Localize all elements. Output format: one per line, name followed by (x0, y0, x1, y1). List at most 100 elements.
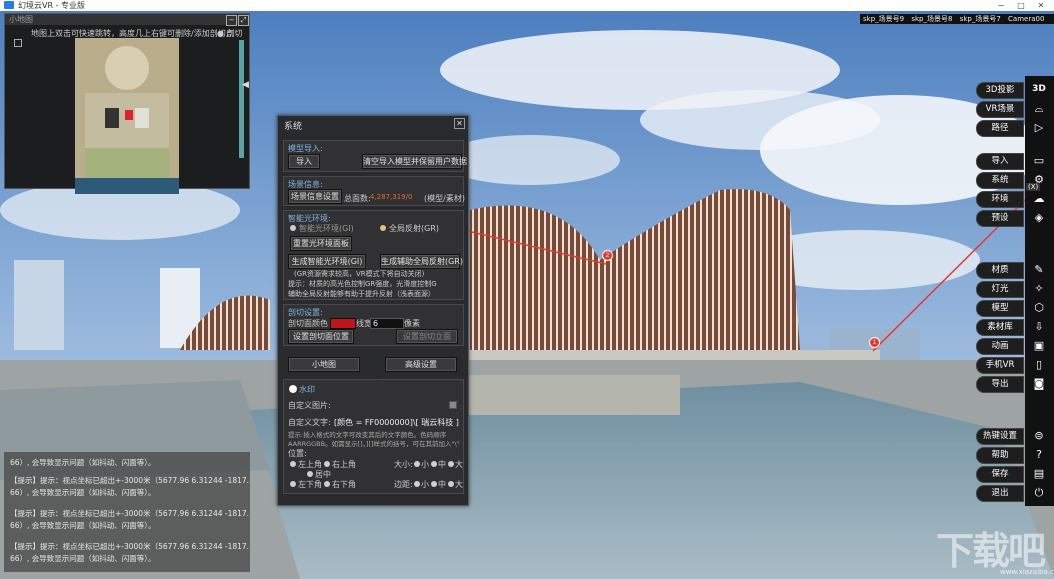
power-icon[interactable]: ⏻ (1031, 485, 1047, 500)
import-toolbar-button[interactable]: 导入 (976, 153, 1024, 170)
global-reflection-radio[interactable] (380, 225, 386, 231)
minimap-scroll-strip[interactable] (239, 40, 244, 158)
log-panel: 66）, 会导致显示问题（如抖动、闪面等）。 【提示】提示：视点坐标已超出+-3… (4, 452, 250, 572)
minimap-image[interactable] (75, 38, 179, 194)
layers-icon[interactable]: ◈ (1031, 210, 1047, 225)
position-bottom-left-radio[interactable] (290, 481, 296, 487)
maximize-button[interactable]: □ (1012, 0, 1030, 11)
custom-text-input[interactable]: [颜色 = FF0000000]\[ 瑞云科技 ] (334, 417, 459, 428)
app-title: 幻境云VR - 专业版 (18, 1, 86, 10)
size-large-radio[interactable] (448, 461, 454, 467)
play-icon[interactable]: ▷ (1031, 120, 1047, 135)
hotkey-settings-button[interactable]: 热键设置 (976, 428, 1024, 445)
model-button[interactable]: 模型 (976, 300, 1024, 317)
section-cut-section: 剖切设置: 剖切面颜色 线宽 6 像素 设置剖切面位置 设置剖切立面 (283, 304, 464, 346)
margin-option: 中 (438, 480, 446, 489)
system-toolbar-button[interactable]: 系统 (976, 172, 1024, 189)
log-line: 【提示】提示：视点坐标已超出+-3000米（5677.96 6.31244 -1… (10, 542, 250, 551)
minimap-expand-button[interactable]: ⤢ (238, 15, 249, 26)
section-point-marker-1[interactable]: 1 (869, 337, 880, 348)
advanced-settings-button[interactable]: 高级设置 (385, 357, 457, 372)
scene-tab[interactable]: skp_场景号7 (960, 15, 1001, 23)
minimize-button[interactable]: − (992, 0, 1010, 11)
environment-button[interactable]: 环境 (976, 191, 1024, 208)
help-button[interactable]: 帮助 (976, 447, 1024, 464)
position-top-left-radio[interactable] (290, 461, 296, 467)
export-button[interactable]: 导出 (976, 376, 1024, 393)
animation-button[interactable]: 动画 (976, 338, 1024, 355)
vr-headset-icon[interactable]: ⌓ (1031, 101, 1047, 116)
exit-button[interactable]: 退出 (976, 485, 1024, 502)
save-icon[interactable]: ▤ (1031, 466, 1047, 481)
section-color-swatch[interactable] (330, 318, 356, 329)
cloud-icon[interactable]: ☁ (1031, 191, 1047, 206)
position-top-right-radio[interactable] (324, 461, 330, 467)
scene-tab[interactable]: skp_场景号8 (911, 15, 952, 23)
position-option: 右上角 (332, 460, 356, 469)
watermark-toggle-label: 水印 (299, 385, 315, 394)
custom-image-label: 自定义图片: (288, 401, 331, 410)
reset-env-panel-button[interactable]: 重置光环境面板 (290, 236, 352, 251)
material-button[interactable]: 材质 (976, 262, 1024, 279)
set-section-elevation-button[interactable]: 设置剖切立面 (396, 329, 458, 344)
dialog-close-button[interactable]: ✕ (454, 118, 465, 129)
minimap-toggle-button[interactable]: 小地图 (288, 357, 360, 372)
position-bottom-right-radio[interactable] (324, 481, 330, 487)
download-icon[interactable]: ⇩ (1031, 319, 1047, 334)
custom-text-label: 自定义文字: (288, 418, 331, 427)
bulb-icon[interactable]: ✧ (1031, 281, 1047, 296)
margin-small-radio[interactable] (414, 481, 420, 487)
size-medium-radio[interactable] (431, 461, 437, 467)
mobile-vr-button[interactable]: 手机VR (976, 357, 1024, 374)
lighting-button[interactable]: 灯光 (976, 281, 1024, 298)
set-section-position-button[interactable]: 设置剖切面位置 (288, 329, 354, 344)
minimap-header[interactable] (5, 14, 249, 25)
minimap-panel: 小地图 − ⤢ 地图上双击可快速跳转，高度几上右键可删除/添加剖切点 ● 剖切 … (4, 13, 250, 194)
position-center-radio[interactable] (307, 471, 313, 477)
app-logo-icon (4, 1, 14, 9)
brush-icon[interactable]: ✎ (1031, 262, 1047, 277)
gi-note: 提示：材质的高光色控制GR强度，光滑度控制G (288, 280, 437, 288)
margin-option: 小 (421, 480, 429, 489)
gi-env-label: 智能光环境(GI) (299, 224, 354, 233)
scene-tab[interactable]: skp_场景号9 (863, 15, 904, 23)
cut-point-radio[interactable]: ● 剖切 (217, 28, 243, 39)
margin-medium-radio[interactable] (431, 481, 437, 487)
clear-import-button[interactable]: 清空导入模型并保留用户数据 (362, 154, 467, 169)
system-tooltip: (X) (1026, 183, 1041, 191)
scene-info-settings-button[interactable]: 场景信息设置 (288, 189, 342, 204)
section-point-marker-2[interactable]: 2 (602, 250, 613, 261)
phone-icon[interactable]: ▯ (1031, 357, 1047, 372)
scene-tab-bar: skp_场景号9 skp_场景号8 skp_场景号7 Camera00 + (860, 14, 1054, 24)
cube-icon[interactable]: ⬡ (1031, 300, 1047, 315)
vr-scene-button[interactable]: VR场景 (976, 101, 1024, 118)
close-window-button[interactable]: ✕ (1032, 0, 1050, 11)
log-line: 66）, 会导致显示问题（如抖动、闪面等）。 (10, 521, 156, 530)
minimap-minimize-button[interactable]: − (226, 15, 237, 26)
watermark-toggle-radio[interactable] (290, 386, 296, 392)
help-icon[interactable]: ? (1031, 447, 1047, 462)
line-width-input[interactable]: 6 (370, 318, 404, 329)
import-button[interactable]: 导入 (288, 154, 320, 169)
size-option: 中 (438, 460, 446, 469)
scene-tab[interactable]: Camera00 (1008, 15, 1044, 23)
minimap-collapse-arrow-icon[interactable]: ◀ (242, 80, 249, 90)
path-button[interactable]: 路径 (976, 120, 1024, 137)
size-small-radio[interactable] (414, 461, 420, 467)
3d-icon[interactable]: 3D (1031, 82, 1047, 97)
minimap-small-toggle[interactable] (14, 39, 22, 47)
size-option: 小 (421, 460, 429, 469)
gi-env-radio[interactable] (290, 225, 296, 231)
keyboard-icon[interactable]: ⊜ (1031, 428, 1047, 443)
3d-projection-button[interactable]: 3D投影 (976, 82, 1024, 99)
folder-icon[interactable]: ▭ (1031, 153, 1047, 168)
generate-gi-button[interactable]: 生成智能光环境(GI) (288, 254, 366, 269)
preset-button[interactable]: 预设 (976, 210, 1024, 227)
save-button[interactable]: 保存 (976, 466, 1024, 483)
margin-large-radio[interactable] (448, 481, 454, 487)
camera-icon[interactable]: ▣ (1031, 338, 1047, 353)
asset-library-button[interactable]: 素材库 (976, 319, 1024, 336)
generate-gr-button[interactable]: 生成辅助全局反射(GR) (380, 254, 463, 269)
custom-image-checkbox[interactable] (449, 401, 457, 409)
export-icon[interactable]: ◙ (1031, 376, 1047, 391)
